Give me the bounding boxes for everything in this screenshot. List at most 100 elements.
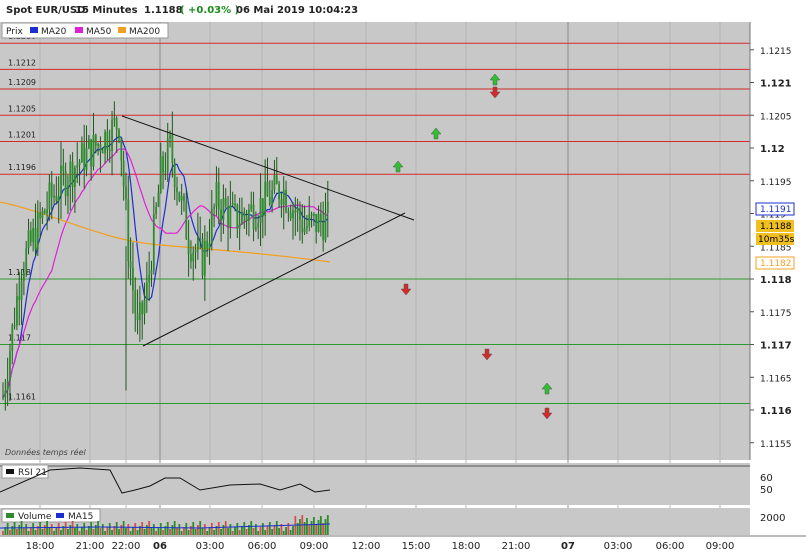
candle [317,213,320,232]
level-label: 1.1209 [8,78,36,87]
candle [301,220,304,233]
x-tick-label: 03:00 [604,541,633,552]
candle [125,186,127,200]
volume-bar [220,529,222,535]
volume-bar [261,523,264,535]
x-tick-label: 09:00 [300,541,329,552]
volume-bar [9,530,11,535]
y-tick-label: 1.117 [760,341,792,352]
volume-bar [319,516,322,535]
candle [141,302,144,315]
candle [312,213,315,216]
candle [326,201,329,213]
candle [224,198,227,206]
volume-bar [250,521,253,535]
candle [29,230,32,243]
candle [159,156,162,193]
level-label: 1.1212 [8,58,36,67]
candle [194,249,197,253]
candle [85,148,88,171]
main-panel [0,22,750,460]
candle [261,198,264,217]
volume-bar [148,521,151,535]
candle [268,196,271,205]
x-tick-label: 22:00 [112,541,141,552]
volume-bar [18,525,21,535]
x-tick-label: 18:00 [452,541,481,552]
volume-bar [180,531,183,535]
y-tick-label: 1.1155 [760,440,792,450]
candle [169,135,171,139]
volume-bar [145,525,148,535]
volume-bar [310,521,313,535]
volume-bar [315,524,318,535]
candle [296,208,299,213]
volume-bar [176,528,178,535]
volume-bar [322,523,325,535]
candle [157,192,160,207]
volume-bar [90,522,93,535]
candle [236,204,239,229]
candle [145,282,148,300]
volume-bar [136,530,139,535]
candle [319,213,322,223]
volume-bar [118,529,120,535]
candle [213,206,216,209]
x-tick-label: 06:00 [248,541,277,552]
volume-bar [185,523,188,535]
candle [87,139,90,149]
candle [32,227,35,243]
volume-bar [217,522,220,535]
volume-bar [2,531,4,535]
candle [241,211,243,224]
volume-bar [60,530,62,535]
candle [322,222,325,241]
volume-bar [194,529,197,535]
candle [324,212,327,241]
candle [178,192,181,201]
volume-bar [104,531,106,535]
candle [97,144,100,147]
volume-bar [268,522,271,535]
y-tick-label: 1.118 [760,275,792,286]
volume-bar [201,528,204,535]
volume-bar [122,521,125,535]
candle [118,129,120,139]
candle [222,198,225,221]
volume-bar [159,523,162,535]
volume-bar [252,528,255,535]
volume-bar [162,530,164,535]
volume-bar [101,524,104,535]
volume-bar [129,531,132,535]
volume-bar [127,524,130,535]
volume-bar [234,527,236,535]
y-tick-label: 1.116 [760,406,792,417]
candle [134,290,137,314]
ma20-badge-text: 1.1191 [760,205,792,215]
candle [183,195,185,202]
legend-price-label: Prix [6,27,23,37]
volume-bar [64,522,67,535]
candle [67,185,69,197]
volume-bar [41,529,44,535]
candle [127,199,130,262]
volume-bar [71,521,74,535]
last-price-badge-text: 1.1188 [760,222,792,232]
volume-bar [55,527,58,535]
candle [294,210,297,213]
candle [108,149,111,151]
realtime-label: Données temps réel [5,447,87,457]
volume-bar [150,528,153,535]
candle [264,181,267,217]
candle [106,131,109,150]
candle [187,239,190,255]
volume-bar [171,525,174,535]
candle [275,175,278,185]
volume-bar [80,527,83,535]
volume-bar [289,530,292,535]
volume-bar [32,523,35,535]
volume-bar [266,526,269,535]
candle [173,162,176,188]
volume-bar [245,529,248,535]
volume-bar [155,531,158,535]
